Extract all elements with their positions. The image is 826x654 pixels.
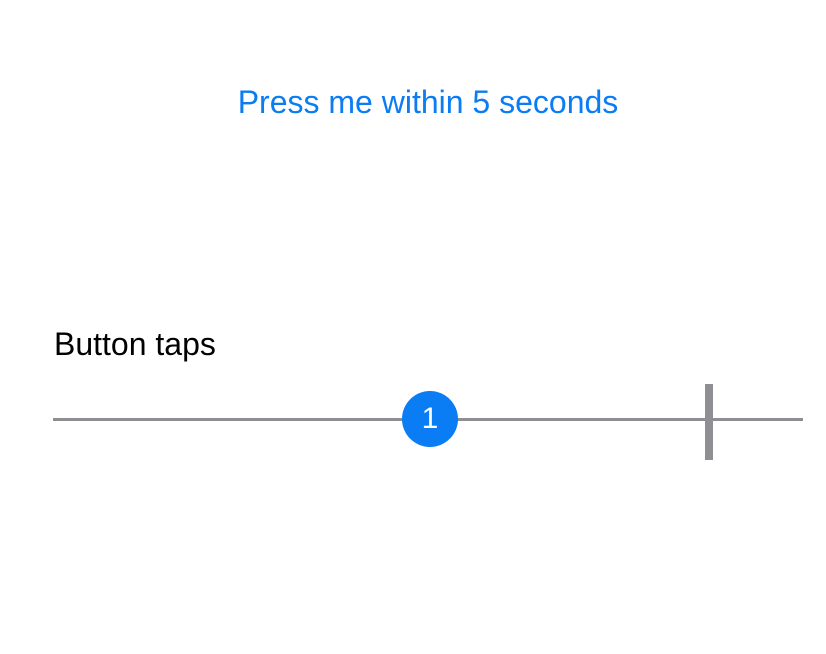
timeline-deadline-marker [705,384,713,460]
button-taps-label: Button taps [54,326,216,362]
screen: Press me within 5 seconds Button taps 1 [0,0,826,654]
tap-count-marker: 1 [402,391,458,447]
press-me-button[interactable]: Press me within 5 seconds [0,78,826,126]
tap-timeline: 1 [53,380,803,460]
